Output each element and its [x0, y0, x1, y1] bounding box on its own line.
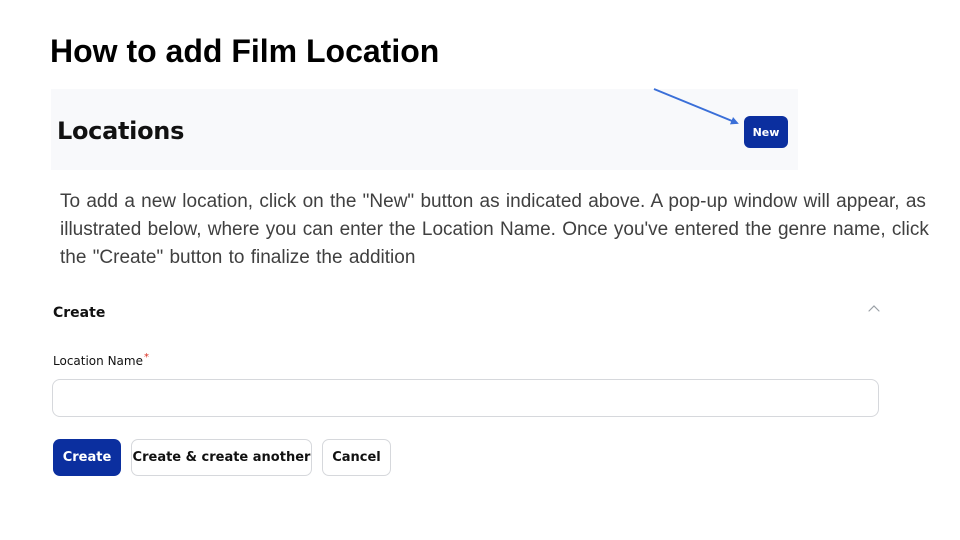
location-name-input[interactable]: [52, 379, 879, 417]
close-icon[interactable]: [866, 300, 882, 316]
new-button[interactable]: New: [744, 116, 788, 148]
arrow-icon: [653, 88, 739, 125]
page-title: Locations: [57, 117, 185, 145]
create-button[interactable]: Create: [53, 439, 121, 476]
create-another-button[interactable]: Create & create another: [131, 439, 312, 476]
location-name-label: Location Name*: [53, 351, 149, 371]
instructions-text: To add a new location, click on the "New…: [60, 191, 929, 268]
location-name-label-text: Location Name: [53, 354, 143, 368]
required-marker: *: [143, 352, 149, 363]
modal-title: Create: [53, 305, 106, 321]
cancel-button[interactable]: Cancel: [322, 439, 391, 476]
slide-title: How to add Film Location: [50, 33, 440, 69]
